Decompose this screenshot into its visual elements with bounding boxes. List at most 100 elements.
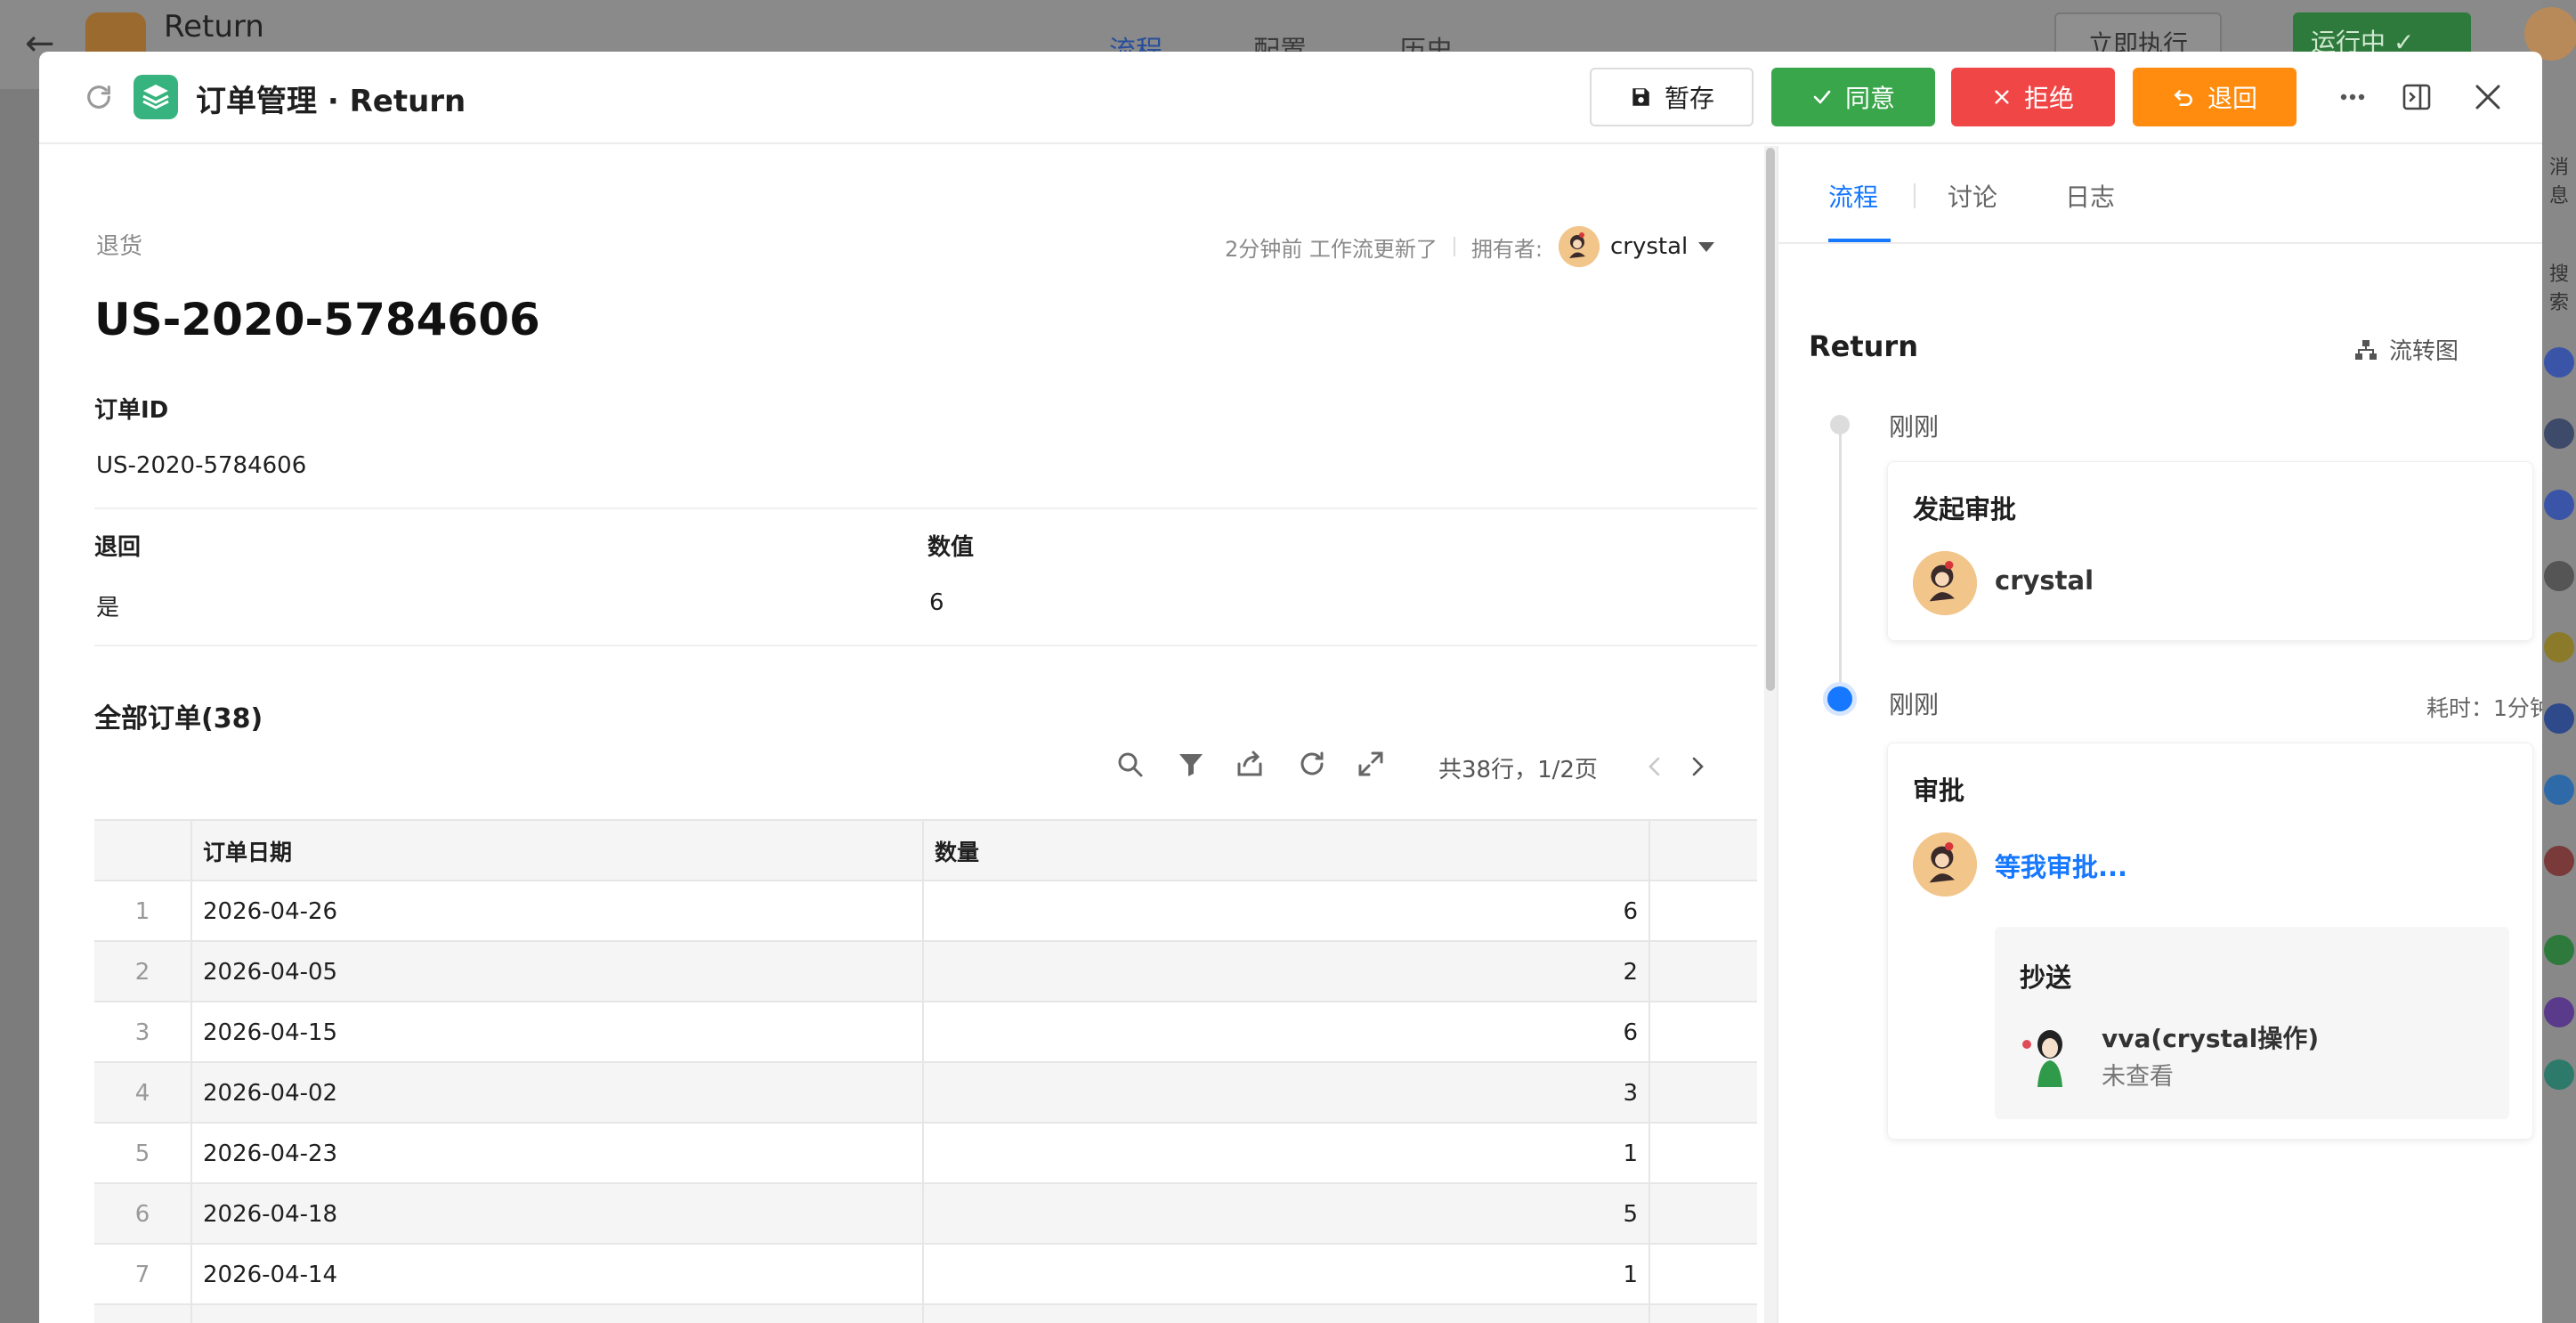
table-row[interactable]: 2 2026-04-05 2 <box>94 942 1757 1002</box>
row-quantity: 1 <box>924 1245 1650 1305</box>
row-quantity: 5 <box>924 1184 1650 1245</box>
table-row[interactable]: 8 2026-04-08 10 <box>94 1305 1757 1323</box>
table-row[interactable]: 7 2026-04-14 1 <box>94 1245 1757 1305</box>
background-app-dot <box>2544 935 2574 965</box>
next-page-icon[interactable] <box>1684 753 1711 780</box>
return-field-label: 退回 <box>94 534 142 561</box>
row-quantity: 3 <box>924 1063 1650 1124</box>
reload-icon[interactable] <box>1294 746 1330 782</box>
tab-log[interactable]: 日志 <box>2065 178 2115 214</box>
field-divider <box>94 507 1757 509</box>
cc-user-name: vva(crystal操作) <box>2102 1024 2320 1053</box>
row-index: 2 <box>94 942 192 1002</box>
background-app-dot <box>2544 997 2574 1027</box>
previous-page-icon[interactable] <box>1641 753 1668 780</box>
cartoon-avatar-icon <box>1913 832 1977 897</box>
refresh-icon[interactable] <box>84 82 114 112</box>
search-icon[interactable] <box>1113 746 1148 782</box>
step-card-approval: 审批 等我审批... 抄送 vva(crystal操作) 未查看 <box>1887 743 2533 1140</box>
record-title: US-2020-5784606 <box>94 294 540 345</box>
number-field-label: 数值 <box>928 534 975 561</box>
background-app-dot <box>2544 632 2574 662</box>
layers-icon <box>142 85 169 110</box>
chevron-down-icon <box>1698 241 1715 252</box>
row-order-date: 2026-04-15 <box>192 1002 924 1063</box>
table-row[interactable]: 5 2026-04-23 1 <box>94 1124 1757 1184</box>
filter-icon[interactable] <box>1173 746 1209 782</box>
modal-title: 订单管理 · Return <box>196 84 466 119</box>
awaiting-approval-link[interactable]: 等我审批... <box>1995 847 2127 884</box>
undo-arrow-icon <box>2174 90 2192 106</box>
cc-title: 抄送 <box>2020 962 2072 993</box>
user-avatar <box>1913 832 1977 897</box>
background-app-title: Return <box>164 9 264 45</box>
fullscreen-icon[interactable] <box>1353 746 1389 782</box>
row-quantity: 6 <box>924 881 1650 942</box>
tab-flow[interactable]: 流程 <box>1828 178 1878 214</box>
tab-discussion[interactable]: 讨论 <box>1948 178 1997 214</box>
share-export-icon[interactable] <box>1232 746 1268 782</box>
order-id-label: 订单ID <box>94 397 169 424</box>
save-draft-button[interactable]: 暂存 <box>1590 68 1754 126</box>
background-app-dot <box>2544 846 2574 876</box>
reject-button[interactable]: 拒绝 <box>1951 68 2115 126</box>
cartoon-avatar-icon <box>1559 226 1600 267</box>
agree-button[interactable]: 同意 <box>1771 68 1935 126</box>
step-time: 刚刚 <box>1889 690 1940 719</box>
row-quantity: 2 <box>924 942 1650 1002</box>
number-field-value: 6 <box>929 589 944 616</box>
row-order-date: 2026-04-14 <box>192 1245 924 1305</box>
background-app-dot <box>2544 490 2574 520</box>
cc-status: 未查看 <box>2102 1063 2174 1091</box>
owner-avatar <box>1559 226 1600 267</box>
table-row[interactable]: 6 2026-04-18 5 <box>94 1184 1757 1245</box>
flowchart-link[interactable]: 流转图 <box>2353 333 2459 366</box>
flow-title: Return <box>1809 329 1918 363</box>
table-header-quantity[interactable]: 数量 <box>924 821 1650 881</box>
table-row[interactable]: 3 2026-04-15 6 <box>94 1002 1757 1063</box>
more-options-icon[interactable] <box>2334 78 2371 116</box>
background-app-dot <box>2544 775 2574 805</box>
background-app-dot <box>2544 561 2574 591</box>
order-id-value: US-2020-5784606 <box>96 452 307 479</box>
row-quantity: 6 <box>924 1002 1650 1063</box>
row-order-date: 2026-04-23 <box>192 1124 924 1184</box>
cc-user-avatar <box>2022 1030 2062 1087</box>
step-duration: 耗时：1分钟 <box>2426 695 2542 721</box>
background-sidebar-messages: 消息 <box>2548 157 2569 207</box>
return-button[interactable]: 退回 <box>2133 68 2297 126</box>
timeline-dot-current <box>1823 682 1857 716</box>
modal-header: 订单管理 · Return 暂存 同意 拒绝 退回 <box>39 52 2542 144</box>
owner-selector[interactable]: crystal <box>1559 226 1715 267</box>
close-modal-icon[interactable] <box>2469 78 2507 116</box>
row-order-date: 2026-04-02 <box>192 1063 924 1124</box>
record-category: 退货 <box>96 233 143 260</box>
table-header-row: 订单日期 数量 <box>94 821 1757 881</box>
toggle-side-panel-icon[interactable] <box>2398 78 2435 116</box>
owner-name: crystal <box>1610 233 1689 260</box>
return-label: 退回 <box>2207 84 2257 113</box>
table-header-order-date[interactable]: 订单日期 <box>192 821 924 881</box>
record-meta: 2分钟前 工作流更新了 拥有者: crystal <box>1225 226 1715 267</box>
close-x-icon <box>1995 90 2009 104</box>
row-quantity: 10 <box>924 1305 1650 1323</box>
owner-label: 拥有者: <box>1470 236 1543 262</box>
row-index: 4 <box>94 1063 192 1124</box>
orders-table: 订单日期 数量 1 2026-04-26 6 2 2026-04-05 2 3 … <box>94 819 1757 1323</box>
row-index: 6 <box>94 1184 192 1245</box>
workflow-side-panel: 流程 讨论 日志 Return 流转图 刚刚 发起审批 crystal 刚刚 耗… <box>1777 146 2542 1323</box>
row-quantity: 1 <box>924 1124 1650 1184</box>
record-content: 退货 2分钟前 工作流更新了 拥有者: crystal US-2020-5784… <box>39 146 1766 1323</box>
table-header-extra <box>1650 821 1757 881</box>
content-scroll-thumb[interactable] <box>1766 148 1775 691</box>
cc-box: 抄送 vva(crystal操作) 未查看 <box>1995 927 2509 1119</box>
table-row[interactable]: 1 2026-04-26 6 <box>94 881 1757 942</box>
background-app-dot <box>2544 703 2574 734</box>
table-row[interactable]: 4 2026-04-02 3 <box>94 1063 1757 1124</box>
updated-text: 2分钟前 工作流更新了 <box>1225 236 1438 262</box>
row-index: 1 <box>94 881 192 942</box>
background-app-dot <box>2544 1059 2574 1090</box>
save-draft-label: 暂存 <box>1664 84 1714 113</box>
pagination-summary: 共38行，1/2页 <box>1438 757 1598 783</box>
background-app-dot <box>2544 418 2574 449</box>
